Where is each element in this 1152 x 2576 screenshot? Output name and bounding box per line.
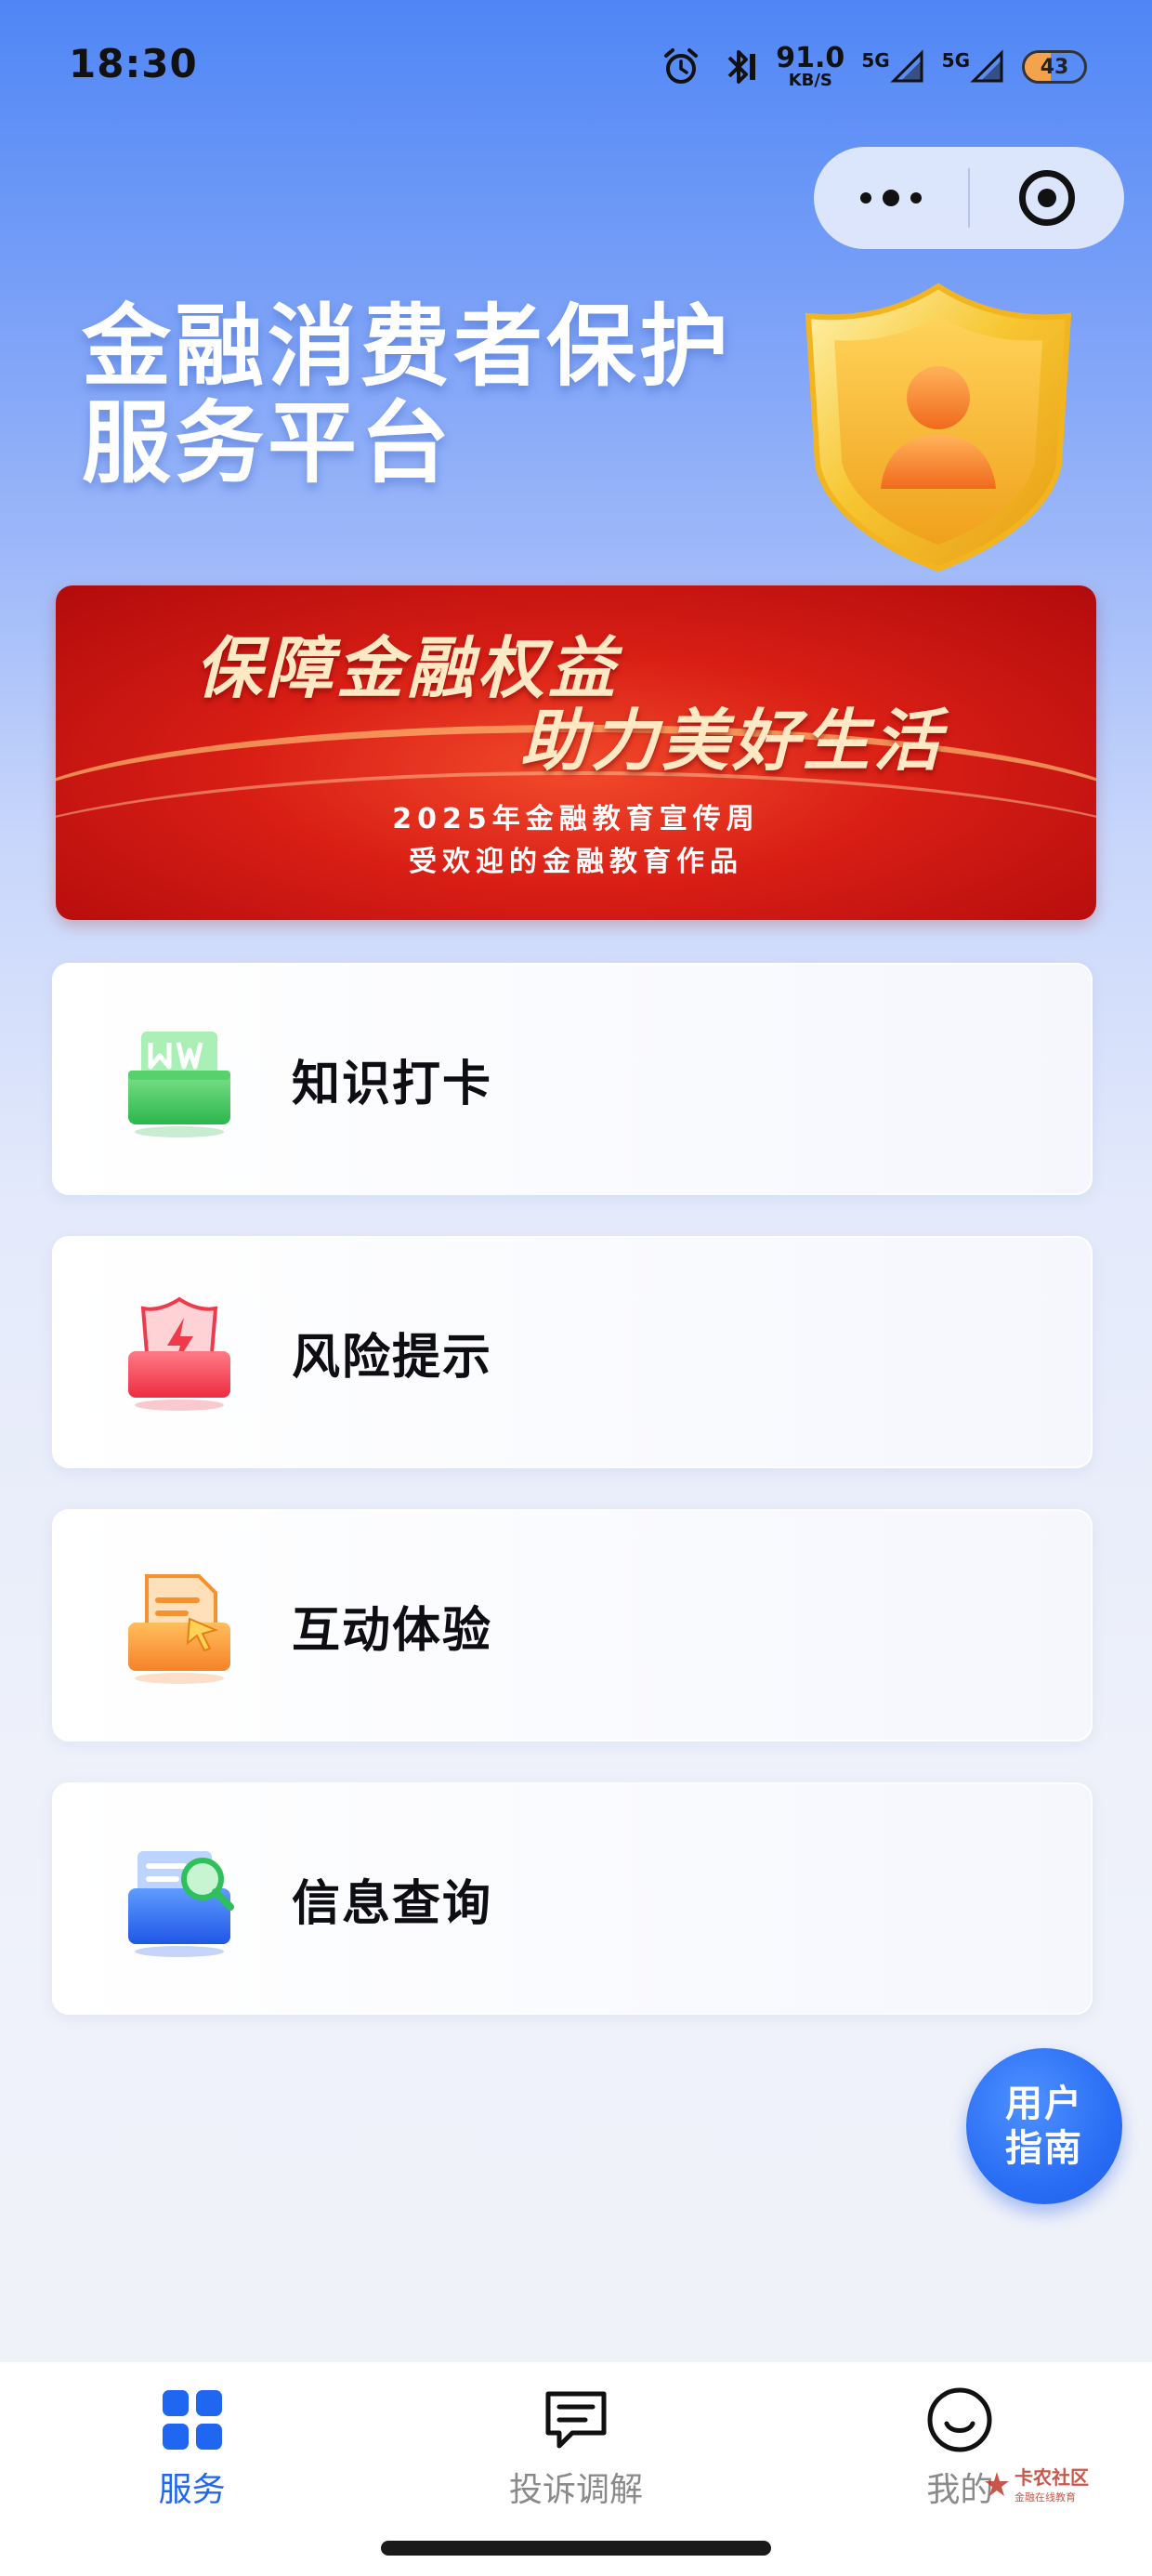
more-dots-icon[interactable] [814, 147, 968, 249]
search-folder-icon [128, 1851, 234, 1957]
grid-icon [162, 2390, 222, 2450]
signal-icon [890, 49, 923, 83]
menu-item-label: 互动体验 [292, 1602, 493, 1659]
tab-label: 服务 [158, 2471, 226, 2509]
net-label: 5G [941, 49, 970, 72]
signal-icon [970, 49, 1003, 83]
network-5g-1: 5G [861, 49, 924, 85]
menu-item-risk[interactable]: 风险提示 [52, 1236, 1093, 1468]
book-icon [128, 1032, 230, 1137]
menu-item-knowledge[interactable]: 知识打卡 [52, 963, 1093, 1195]
title-line-1: 金融消费者保护 [82, 295, 732, 399]
banner-subtitle-1: 2025年金融教育宣传周 [392, 803, 760, 835]
watermark-text: 卡农社区 [1015, 2466, 1089, 2489]
shield-user-icon [805, 283, 1072, 572]
bottom-tab-bar: 服务 投诉调解 我的 [0, 2362, 1152, 2522]
speed-value: 91.0 [776, 42, 845, 74]
watermark-logo-icon [985, 2471, 1009, 2496]
promo-banner[interactable]: 保障金融权益 助力美好生活 2025年金融教育宣传周 受欢迎的金融教育作品 [56, 585, 1096, 920]
menu-item-query[interactable]: 信息查询 [52, 1782, 1093, 2015]
miniprogram-capsule [814, 147, 1124, 249]
title-line-2: 服务平台 [82, 390, 453, 495]
banner-headline-2: 助力美好生活 [520, 702, 945, 780]
service-menu: 知识打卡 风险提示 互动体验 信息查询 [52, 963, 1093, 2056]
tab-service[interactable]: 服务 [0, 2362, 384, 2522]
status-time: 18:30 [69, 41, 198, 86]
user-guide-button[interactable]: 用户 指南 [966, 2048, 1122, 2204]
page-title: 金融消费者保护 服务平台 [82, 295, 732, 495]
tab-mine[interactable]: 我的 [768, 2362, 1152, 2522]
banner-subtitle-2: 受欢迎的金融教育作品 [409, 846, 743, 878]
battery-level: 43 [1040, 55, 1069, 79]
message-icon [545, 2391, 607, 2449]
menu-item-label: 风险提示 [292, 1329, 493, 1386]
guide-line-2: 指南 [1005, 2127, 1083, 2170]
battery-icon: 43 [1022, 50, 1087, 84]
status-icons: 91.0 KB/S 5G 5G 43 [661, 41, 1087, 93]
menu-item-interactive[interactable]: 互动体验 [52, 1509, 1093, 1741]
watermark: 卡农社区 金融在线教育 [983, 2463, 1089, 2504]
network-5g-2: 5G [942, 49, 1005, 85]
smile-icon [927, 2387, 992, 2452]
status-bar: 18:30 91.0 KB/S 5G 5G 43 [0, 0, 1152, 139]
network-speed: 91.0 KB/S [776, 45, 844, 89]
net-label: 5G [861, 49, 890, 72]
menu-item-label: 知识打卡 [292, 1056, 493, 1112]
tab-label: 投诉调解 [508, 2471, 643, 2509]
bluetooth-icon [718, 46, 759, 87]
close-target-icon[interactable] [970, 170, 1124, 226]
speed-unit: KB/S [788, 71, 832, 90]
risk-shield-icon [128, 1296, 230, 1411]
interactive-doc-icon [128, 1574, 230, 1684]
home-indicator[interactable] [381, 2541, 771, 2556]
menu-item-label: 信息查询 [292, 1875, 493, 1932]
watermark-sub: 金融在线教育 [1015, 2491, 1076, 2504]
guide-line-1: 用户 [1005, 2083, 1083, 2125]
tab-complaint[interactable]: 投诉调解 [384, 2362, 767, 2522]
alarm-icon [661, 46, 701, 87]
